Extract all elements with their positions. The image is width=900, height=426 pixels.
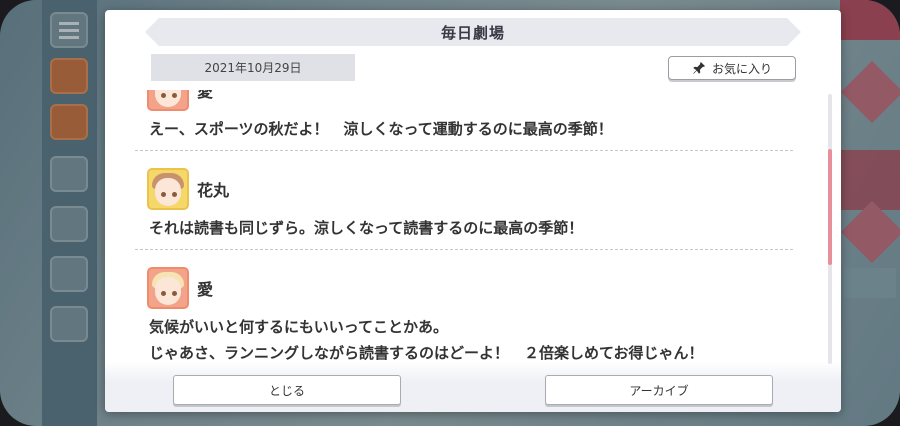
speaker-row: 愛 xyxy=(147,266,793,310)
archive-button[interactable]: アーカイブ xyxy=(545,375,773,405)
favorite-button-label: お気に入り xyxy=(711,61,772,76)
speaker-name: 愛 xyxy=(197,90,214,101)
photo-icon xyxy=(50,206,88,242)
dialog-title: 毎日劇場 xyxy=(440,23,505,42)
message-item: 愛 えー、スポーツの秋だよ！ 涼しくなって運動するのに最高の季節！ xyxy=(135,90,793,151)
daily-theater-dialog: 毎日劇場 2021年10月29日 お気に入り 愛 えー、スポーツの秋だよ！ 涼し… xyxy=(105,10,841,412)
avatar-hanamaru xyxy=(147,168,189,210)
expand-icon xyxy=(50,306,88,342)
gift-icon xyxy=(50,156,88,192)
speaker-name: 愛 xyxy=(197,280,214,299)
date-label: 2021年10月29日 xyxy=(151,54,355,81)
background-decoration-2 xyxy=(840,200,900,264)
avatar-ai xyxy=(147,267,189,309)
favorite-button[interactable]: お気に入り xyxy=(668,56,796,80)
message-line: 気候がいいと何するにもいいってことかあ。 xyxy=(149,318,448,336)
conversation-scroll-area[interactable]: 愛 えー、スポーツの秋だよ！ 涼しくなって運動するのに最高の季節！ 花丸 それは… xyxy=(135,90,801,365)
menu-icon xyxy=(50,12,88,48)
message-item: 花丸 それは読書も同じずら。涼しくなって読書するのに最高の季節！ xyxy=(135,151,793,250)
chat-icon xyxy=(50,58,88,94)
speaker-row: 花丸 xyxy=(147,167,793,211)
background-sidebar xyxy=(42,0,97,426)
background-header-right xyxy=(840,0,900,40)
conversation-list: 愛 えー、スポーツの秋だよ！ 涼しくなって運動するのに最高の季節！ 花丸 それは… xyxy=(135,90,793,365)
trophy-icon xyxy=(50,256,88,292)
background-decoration xyxy=(840,60,900,124)
present-icon xyxy=(50,104,88,140)
close-button[interactable]: とじる xyxy=(173,375,401,405)
background-store-tile xyxy=(844,268,896,298)
scrollbar-thumb[interactable] xyxy=(828,149,832,265)
dialog-header: 毎日劇場 xyxy=(145,18,801,46)
speaker-row: 愛 xyxy=(147,90,793,112)
message-item: 愛 気候がいいと何するにもいいってことかあ。 じゃあさ、ランニングしながら読書す… xyxy=(135,250,793,365)
speaker-name: 花丸 xyxy=(197,181,230,200)
message-line: えー、スポーツの秋だよ！ 涼しくなって運動するのに最高の季節！ xyxy=(149,120,613,138)
avatar-ai xyxy=(147,90,189,111)
pin-icon xyxy=(693,61,706,74)
message-line: それは読書も同じずら。涼しくなって読書するのに最高の季節！ xyxy=(149,219,584,237)
background-panel xyxy=(840,150,900,210)
scrollbar-track[interactable] xyxy=(828,94,832,364)
